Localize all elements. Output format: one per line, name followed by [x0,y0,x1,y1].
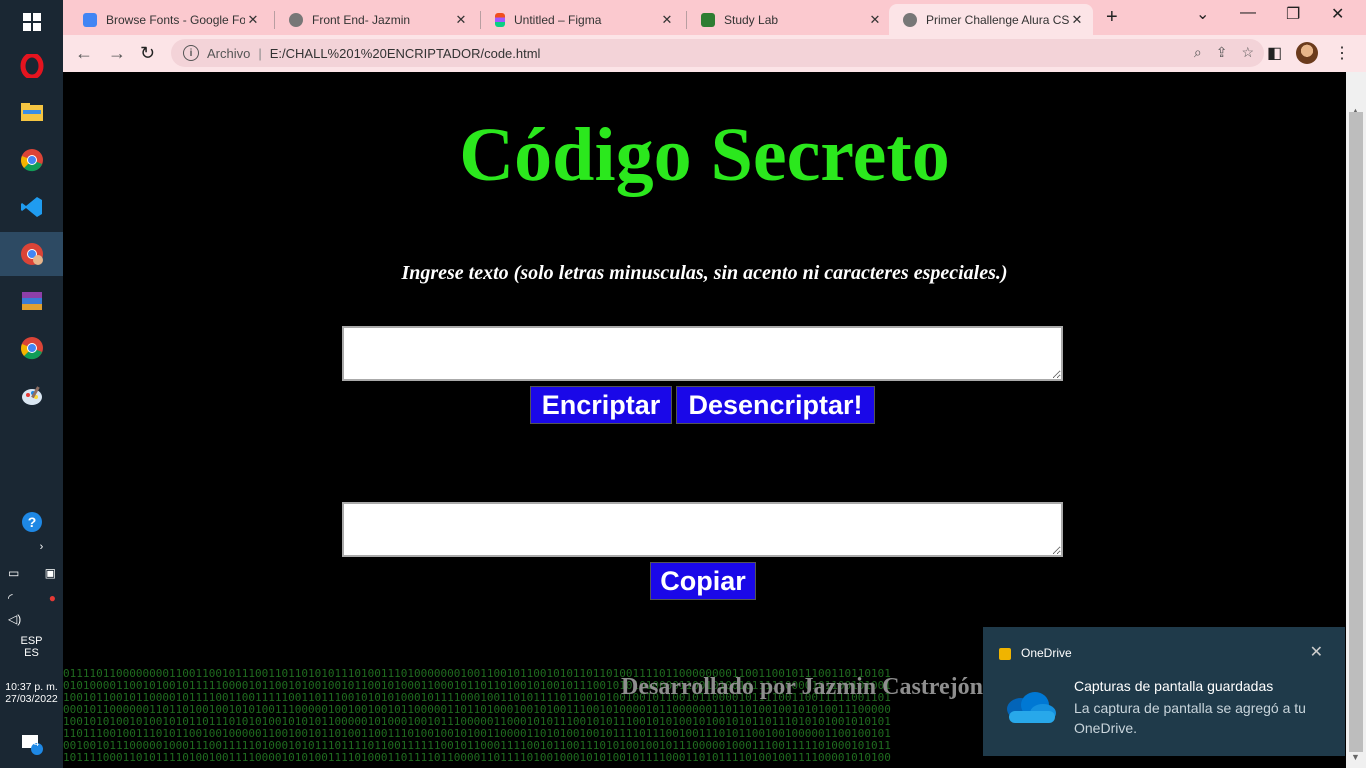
restore-button[interactable]: ❐ [1286,4,1300,24]
page-title: Código Secreto [459,113,950,197]
tab-search-chevron-icon[interactable]: ⌄ [1196,4,1209,24]
taskbar-opera[interactable] [0,44,63,88]
notification-icon [21,735,43,755]
windows-logo-icon [22,13,41,31]
back-arrow-icon[interactable]: ← [75,43,93,64]
help-icon: ? [21,512,42,532]
toast-app-name: OneDrive [1021,646,1072,660]
help-button[interactable]: ? [0,500,63,544]
close-window-button[interactable]: ✕ [1331,4,1344,24]
notification-center-button[interactable]: 4 [0,722,63,766]
tab-front-end[interactable]: Front End- Jazmin ✕ [275,4,477,35]
address-separator: | [258,45,262,61]
onedrive-cloud-icon [1007,692,1056,723]
opera-icon [20,54,43,78]
input-text-area[interactable] [342,326,1063,381]
close-tab-icon[interactable]: ✕ [453,12,469,28]
toast-title: Capturas de pantalla guardadas [1074,678,1274,694]
decrypt-button[interactable]: Desencriptar! [676,386,875,424]
browser-toolbar: ← → ↻ i Archivo | E:/CHALL%201%20ENCRIPT… [63,35,1366,72]
share-icon[interactable]: ⇪ [1216,44,1228,61]
region-code: ES [24,647,39,659]
clock-time: 10:37 p. m. [5,681,58,693]
tab-title: Study Lab [724,12,779,27]
start-button[interactable] [0,0,63,44]
meet-now-icon[interactable]: ▣ [45,566,56,580]
vertical-scrollbar[interactable]: ▲ ▼ [1346,72,1366,768]
volume-icon[interactable]: ◁) [8,612,21,626]
address-url[interactable]: E:/CHALL%201%20ENCRIPTADOR/code.html [270,46,541,61]
taskbar-winrar[interactable] [0,279,63,323]
taskbar-paint[interactable] [0,374,63,418]
footer-credit: Desarrollado por Jazmin Castrejón [621,674,983,700]
winrar-icon [21,292,42,310]
menu-kebab-icon[interactable]: ⋮ [1334,43,1350,63]
address-scheme-label: Archivo [207,45,251,61]
tab-figma[interactable]: Untitled – Figma ✕ [481,4,683,35]
tab-title: Browse Fonts - Google Fon [106,12,245,27]
info-icon[interactable]: i [183,45,199,61]
folder-icon [20,103,43,121]
reload-icon[interactable]: ↻ [140,43,155,64]
onedrive-notification[interactable]: OneDrive ✕ Capturas de pantalla guardada… [983,627,1345,756]
figma-favicon-icon [495,12,505,27]
tab-title: Front End- Jazmin [312,12,411,27]
language-indicator[interactable]: ESP ES [0,635,63,659]
instruction-text: Ingrese texto (solo letras minusculas, s… [401,262,1008,284]
tab-strip: Browse Fonts - Google Fon ✕ Front End- J… [63,0,1366,35]
zoom-icon[interactable]: ⌕ [1194,44,1202,61]
language-code: ESP [20,635,43,647]
scrollbar-thumb[interactable] [1349,112,1363,752]
close-tab-icon[interactable]: ✕ [867,12,883,28]
study-lab-favicon-icon [701,12,715,27]
close-tab-icon[interactable]: ✕ [1069,12,1085,28]
google-fonts-favicon-icon [83,12,97,27]
forward-arrow-icon[interactable]: → [108,43,126,64]
scroll-down-arrow-icon[interactable]: ▼ [1351,752,1360,762]
taskbar-chrome-2[interactable] [0,326,63,370]
tab-study-lab[interactable]: Study Lab ✕ [687,4,891,35]
bookmark-star-icon[interactable]: ☆ [1241,44,1254,61]
taskbar-chrome-profile[interactable] [0,232,63,276]
clock[interactable]: 10:37 p. m. 27/03/2022 [0,681,63,705]
tab-google-fonts[interactable]: Browse Fonts - Google Fon ✕ [69,4,269,35]
chrome-icon [20,149,43,172]
globe-favicon-icon [903,12,917,27]
address-bar[interactable]: i Archivo | E:/CHALL%201%20ENCRIPTADOR/c… [171,39,1264,67]
battery-icon[interactable]: ▭ [8,566,19,580]
defender-icon[interactable]: ● [49,591,56,605]
close-icon[interactable]: ✕ [1310,642,1323,662]
chrome-icon [20,337,43,360]
profile-avatar[interactable] [1296,42,1318,64]
svg-text:?: ? [27,514,36,530]
vscode-icon [20,197,42,217]
paint-palette-icon [21,386,42,405]
minimize-button[interactable]: — [1240,4,1256,22]
globe-favicon-icon [289,12,303,27]
windows-taskbar: ? › ▭ ▣ ◜ ● ◁) ESP ES 10:37 p. m. 27/03/… [0,0,63,768]
encrypt-button[interactable]: Encriptar [530,386,672,424]
output-text-area[interactable] [342,502,1063,557]
clock-date: 27/03/2022 [5,693,58,705]
chrome-profile-icon [20,243,43,265]
copy-button[interactable]: Copiar [650,562,756,600]
close-tab-icon[interactable]: ✕ [659,12,675,28]
tab-title: Untitled – Figma [514,12,602,27]
onedrive-app-icon [999,648,1011,660]
close-tab-icon[interactable]: ✕ [245,12,261,28]
toast-body: La captura de pantalla se agregó a tu On… [1074,700,1306,736]
tab-primer-challenge[interactable]: Primer Challenge Alura CS ✕ [889,4,1093,35]
wifi-icon[interactable]: ◜ [8,591,13,605]
taskbar-file-explorer[interactable] [0,90,63,134]
side-panel-icon[interactable]: ◧ [1267,43,1282,63]
new-tab-button[interactable]: + [1106,6,1118,29]
tab-title: Primer Challenge Alura CS [926,12,1069,27]
taskbar-vscode[interactable] [0,185,63,229]
notification-count: 4 [34,738,40,748]
taskbar-chrome[interactable] [0,138,63,182]
